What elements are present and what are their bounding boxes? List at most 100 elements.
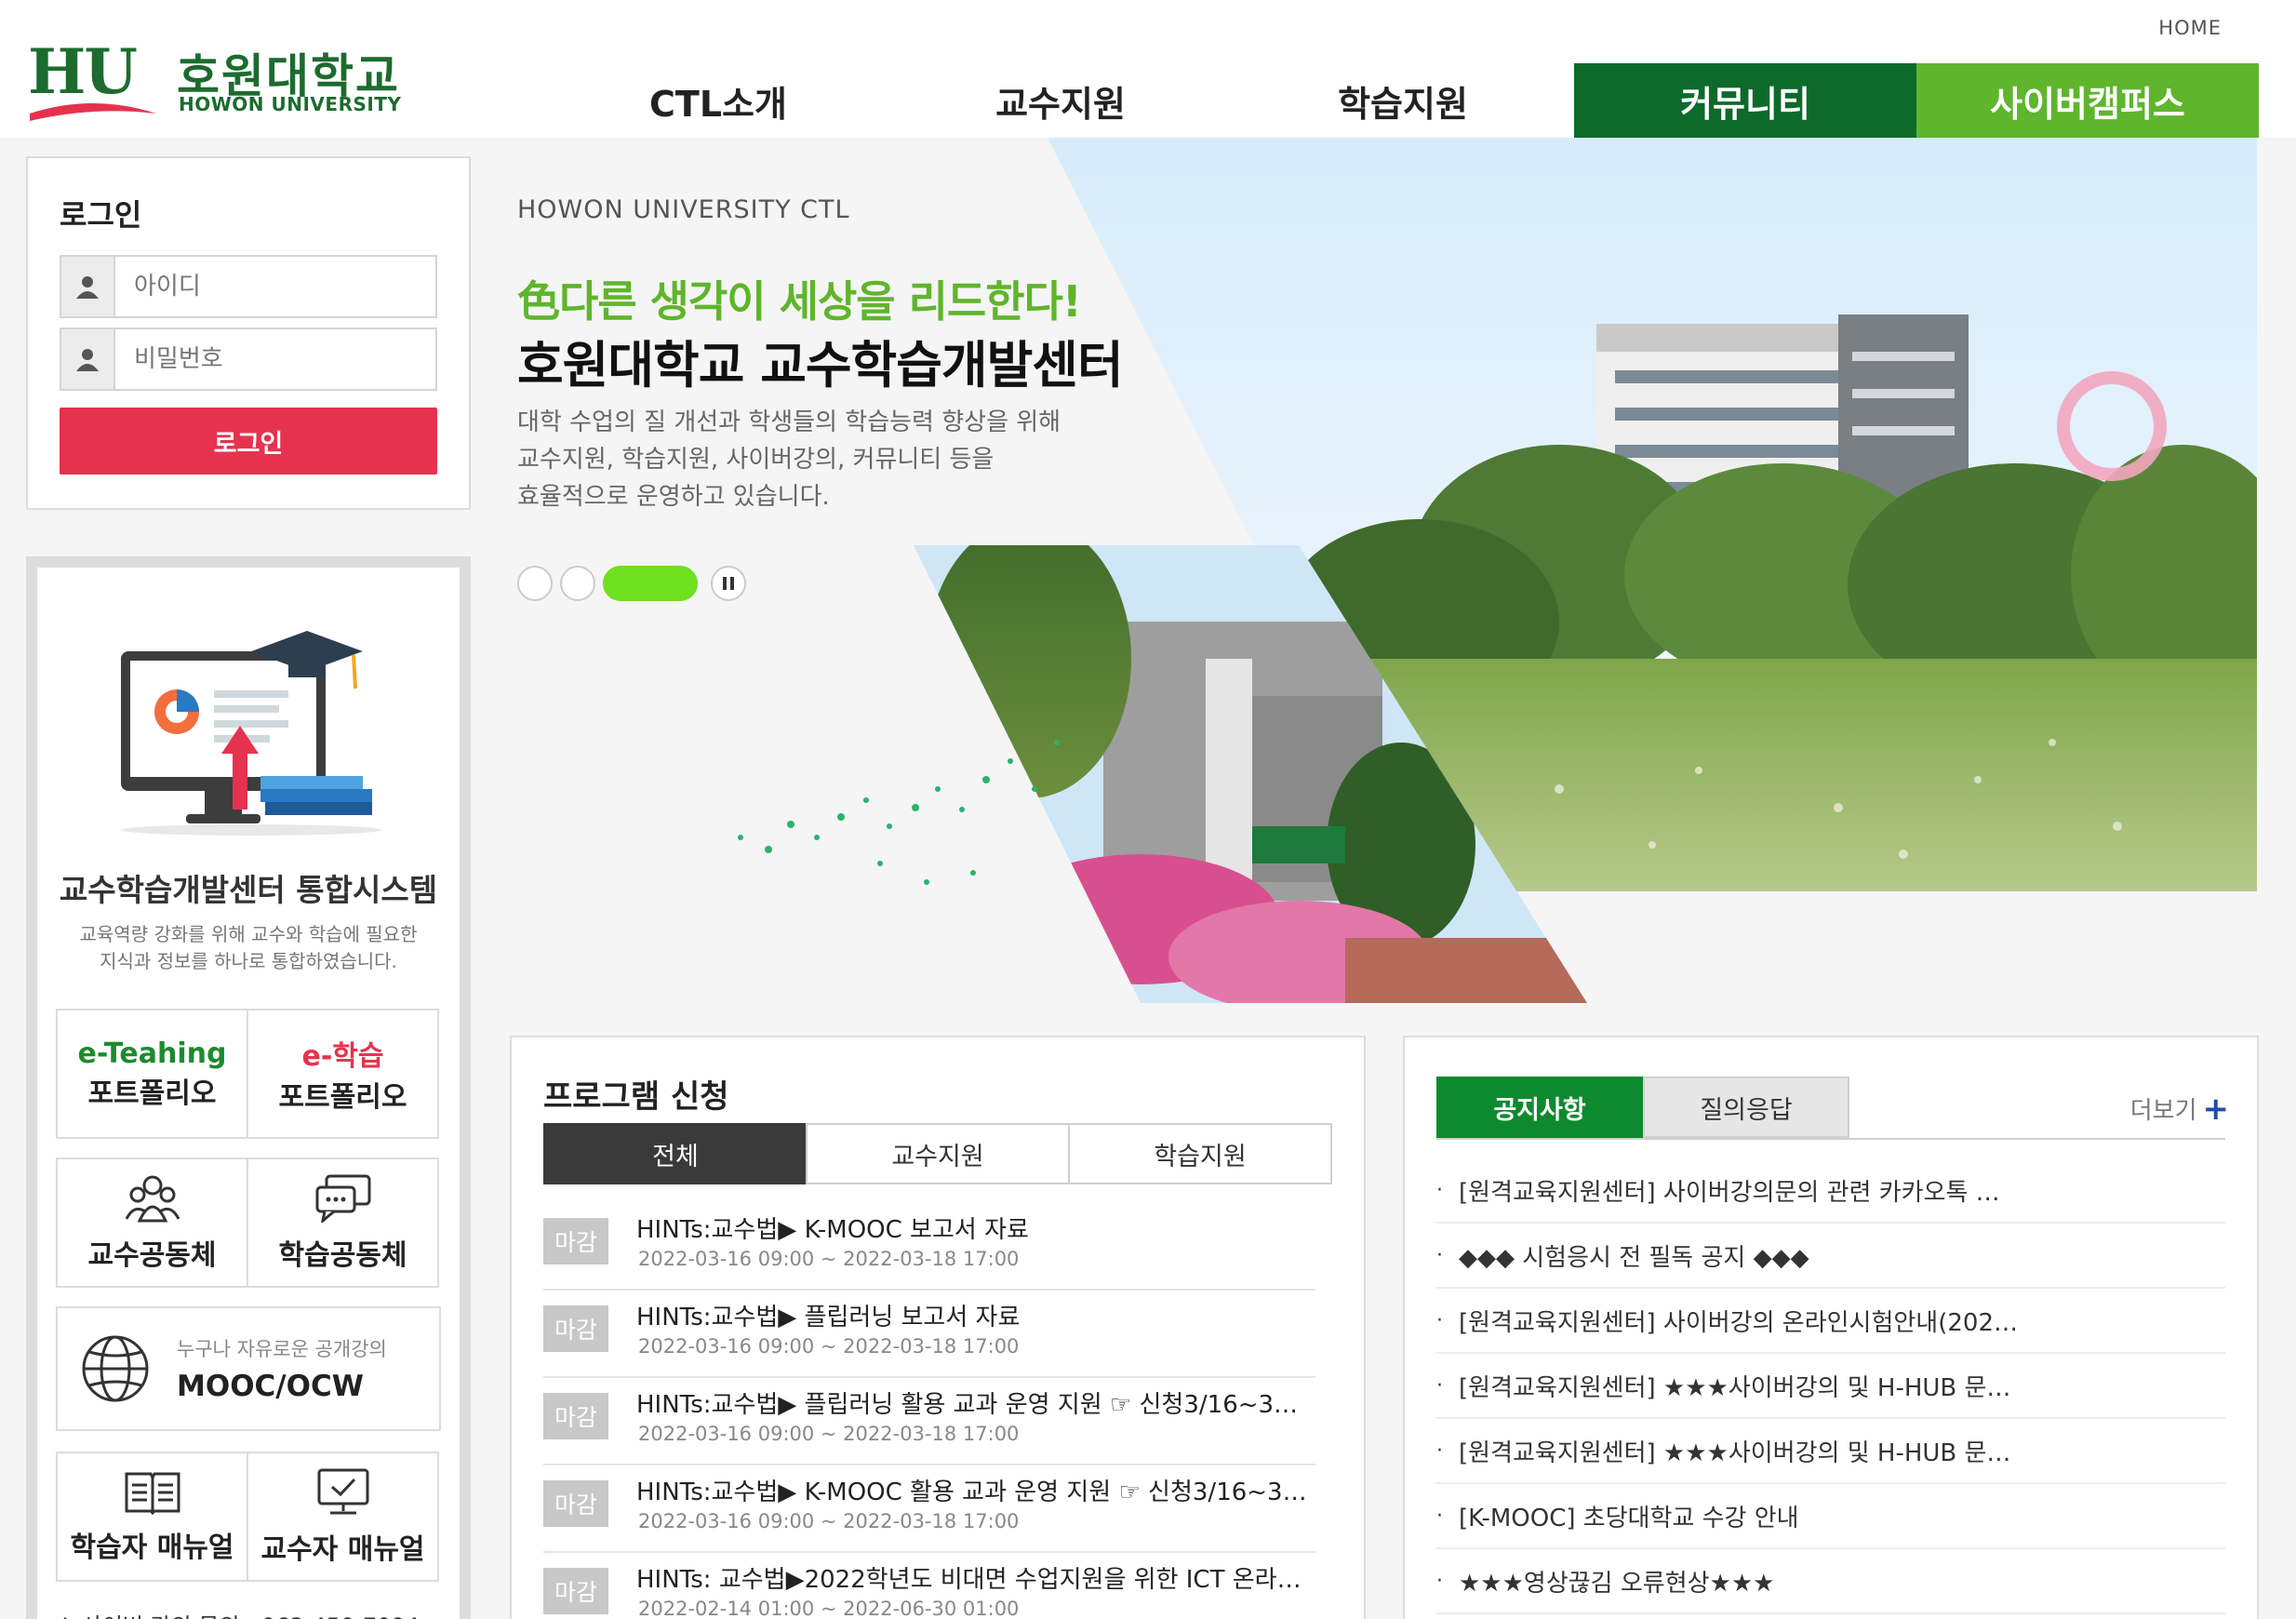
home-link[interactable]: HOME — [2158, 17, 2222, 39]
nav-learning-support[interactable]: 학습지원 — [1232, 63, 1574, 138]
mooc-title: MOOC/OCW — [177, 1370, 364, 1403]
notice-item[interactable]: · ★★★영상끊김 오류현상★★★ — [1436, 1549, 2225, 1614]
nav-community[interactable]: 커뮤니티 — [1574, 63, 1916, 138]
program-item[interactable]: 마감 HINTs:교수법▶ 플립러닝 보고서 자료 2022-03-16 09:… — [543, 1291, 1315, 1378]
program-box: 프로그램 신청 전체 교수지원 학습지원 마감 HINTs:교수법▶ K-MOO… — [510, 1036, 1366, 1619]
notice-list: · [원격교육지원센터] 사이버강의문의 관련 카카오톡 … · ◆◆◆ 시험응시 … — [1436, 1158, 2225, 1614]
notice-item[interactable]: · [원격교육지원센터] ★★★사이버강의 및 H-HUB 문… — [1436, 1354, 2225, 1419]
notice-title[interactable]: [원격교육지원센터] ★★★사이버강의 및 H-HUB 문… — [1459, 1434, 2010, 1468]
mooc-row: 누구나 자유로운 공개강의 MOOC/OCW — [56, 1306, 441, 1431]
notice-item[interactable]: · [원격교육지원센터] 사이버강의 온라인시험안내(202… — [1436, 1289, 2225, 1354]
professor-community-tile[interactable]: 교수공동체 — [56, 1157, 248, 1288]
tab-qna[interactable]: 질의응답 — [1643, 1077, 1849, 1138]
e-learning-portfolio-tile[interactable]: e-학습 포트폴리오 — [247, 1009, 439, 1139]
hero-subtitle: HOWON UNIVERSITY CTL — [517, 195, 850, 224]
nav-ctl-intro[interactable]: CTL소개 — [547, 63, 889, 138]
hero-desc-line: 대학 수업의 질 개선과 학생들의 학습능력 향상을 위해 — [517, 408, 1061, 436]
main-nav: CTL소개 교수지원 학습지원 커뮤니티 사이버캠퍼스 — [547, 63, 2259, 138]
nav-cyber-campus[interactable]: 사이버캠퍼스 — [1916, 63, 2259, 138]
portfolio-label: 포트폴리오 — [278, 1081, 407, 1114]
program-name[interactable]: HINTs:교수법▶ 플립러닝 보고서 자료 — [636, 1298, 1315, 1332]
globe-icon — [82, 1335, 149, 1402]
professor-manual-tile[interactable]: 교수자 매뉴얼 — [247, 1452, 439, 1582]
pause-icon[interactable] — [711, 566, 746, 601]
learner-manual-tile[interactable]: 학습자 매뉴얼 — [56, 1452, 248, 1582]
notice-title[interactable]: [원격교육지원센터] ★★★사이버강의 및 H-HUB 문… — [1459, 1369, 2010, 1403]
e-teaching-label: e-Teahing — [77, 1037, 227, 1070]
notice-item[interactable]: · [원격교육지원센터] ★★★사이버강의 및 H-HUB 문… — [1436, 1419, 2225, 1484]
password-input[interactable] — [115, 331, 435, 387]
book-icon — [125, 1472, 180, 1515]
learning-community-tile[interactable]: 학습공동체 — [247, 1157, 439, 1288]
program-item[interactable]: 마감 HINTs:교수법▶ 플립러닝 활용 교과 운영 지원 ☞ 신청3/16~… — [543, 1378, 1315, 1465]
system-desc-line: 교육역량 강화를 위해 교수와 학습에 필요한 — [79, 923, 418, 945]
notice-item[interactable]: · [K-MOOC] 초당대학교 수강 안내 — [1436, 1484, 2225, 1549]
notice-title[interactable]: [원격교육지원센터] 사이버강의 온라인시험안내(202… — [1459, 1304, 2018, 1338]
notice-title[interactable]: ◆◆◆ 시험응시 전 필독 공지 ◆◆◆ — [1459, 1238, 1809, 1273]
closed-badge: 마감 — [543, 1218, 608, 1264]
closed-badge: 마감 — [543, 1393, 608, 1439]
program-date: 2022-03-16 09:00 ~ 2022-03-18 17:00 — [638, 1248, 1020, 1270]
notice-title[interactable]: [K-MOOC] 초당대학교 수강 안내 — [1459, 1499, 1799, 1533]
tab-all[interactable]: 전체 — [543, 1123, 808, 1184]
e-learning-label: e-학습 — [301, 1040, 384, 1073]
program-item[interactable]: 마감 HINTs: 교수법▶2022학년도 비대면 수업지원을 위한 ICT 온… — [543, 1553, 1315, 1619]
login-button[interactable]: 로그인 — [60, 408, 437, 475]
e-teaching-portfolio-tile[interactable]: e-Teahing 포트폴리오 — [56, 1009, 248, 1139]
password-field-wrap — [60, 328, 437, 391]
tab-notice[interactable]: 공지사항 — [1436, 1077, 1643, 1138]
program-date: 2022-03-16 09:00 ~ 2022-03-18 17:00 — [638, 1423, 1020, 1445]
professor-manual-label: 교수자 매뉴얼 — [260, 1533, 425, 1566]
login-title: 로그인 — [60, 197, 142, 233]
bullet-icon: · — [1436, 1504, 1443, 1528]
program-item[interactable]: 마감 HINTs:교수법▶ K-MOOC 보고서 자료 2022-03-16 0… — [543, 1203, 1315, 1291]
logo[interactable]: HU 호원대학교 HOWON UNIVERSITY — [28, 35, 419, 128]
tab-professor-support[interactable]: 교수지원 — [806, 1123, 1070, 1184]
id-field-wrap — [60, 255, 437, 318]
hero-desc-line: 교수지원, 학습지원, 사이버강의, 커뮤니티 등을 — [517, 446, 994, 474]
program-date: 2022-03-16 09:00 ~ 2022-03-18 17:00 — [638, 1335, 1020, 1358]
user-icon — [61, 329, 115, 389]
bullet-icon: · — [1436, 1178, 1443, 1202]
page: HOME HU 호원대학교 HOWON UNIVERSITY CTL소개 교수지… — [0, 0, 2296, 1619]
program-name[interactable]: HINTs: 교수법▶2022학년도 비대면 수업지원을 위한 ICT 온라… — [636, 1560, 1315, 1595]
header: HOME HU 호원대학교 HOWON UNIVERSITY CTL소개 교수지… — [0, 0, 2296, 138]
integrated-system-box: 교수학습개발센터 통합시스템 교육역량 강화를 위해 교수와 학습에 필요한 지… — [26, 556, 471, 1619]
slide-dot-1[interactable] — [517, 566, 553, 601]
notice-title[interactable]: [원격교육지원센터] 사이버강의문의 관련 카카오톡 … — [1459, 1173, 2000, 1208]
hero-title: 호원대학교 교수학습개발센터 — [517, 336, 1124, 395]
notice-title[interactable]: ★★★영상끊김 오류현상★★★ — [1459, 1564, 1774, 1599]
program-name[interactable]: HINTs:교수법▶ 플립러닝 활용 교과 운영 지원 ☞ 신청3/16~3… — [636, 1385, 1315, 1420]
chat-bubbles-icon — [315, 1174, 370, 1223]
community-row: 교수공동체 학습공동체 — [56, 1157, 441, 1288]
notice-item[interactable]: · [원격교육지원센터] 사이버강의문의 관련 카카오톡 … — [1436, 1158, 2225, 1224]
professor-community-label: 교수공동체 — [87, 1239, 217, 1272]
slide-dot-active[interactable] — [603, 566, 698, 601]
slide-dot-2[interactable] — [560, 566, 595, 601]
slider-indicator — [517, 566, 746, 601]
more-link[interactable]: 더보기 + — [2130, 1091, 2229, 1126]
learner-manual-label: 학습자 매뉴얼 — [70, 1532, 234, 1564]
program-list: 마감 HINTs:교수법▶ K-MOOC 보고서 자료 2022-03-16 0… — [543, 1203, 1315, 1619]
system-title: 교수학습개발센터 통합시스템 — [59, 872, 438, 908]
notice-item[interactable]: · ◆◆◆ 시험응시 전 필독 공지 ◆◆◆ — [1436, 1224, 2225, 1289]
program-item[interactable]: 마감 HINTs:교수법▶ K-MOOC 활용 교과 운영 지원 ☞ 신청3/1… — [543, 1465, 1315, 1553]
program-name[interactable]: HINTs:교수법▶ K-MOOC 활용 교과 운영 지원 ☞ 신청3/16~3… — [636, 1473, 1315, 1507]
mooc-subtitle: 누구나 자유로운 공개강의 — [177, 1338, 387, 1360]
hero-slogan: 色다른 생각이 세상을 리드한다! — [517, 276, 1082, 327]
people-group-icon — [125, 1175, 180, 1223]
plus-icon: + — [2202, 1090, 2230, 1128]
login-box: 로그인 로그인 — [26, 156, 471, 510]
program-tabs: 전체 교수지원 학습지원 — [543, 1123, 1332, 1184]
bullet-icon: · — [1436, 1569, 1443, 1593]
bullet-icon: · — [1436, 1243, 1443, 1267]
nav-professor-support[interactable]: 교수지원 — [889, 63, 1232, 138]
learning-community-label: 학습공동체 — [278, 1239, 407, 1272]
id-input[interactable] — [115, 259, 435, 314]
notice-divider — [1436, 1138, 2225, 1140]
cyber-contact: ※ 사이버 강의 문의 : 063-450-7094 — [56, 1608, 420, 1619]
program-name[interactable]: HINTs:교수법▶ K-MOOC 보고서 자료 — [636, 1211, 1315, 1245]
mooc-ocw-tile[interactable]: 누구나 자유로운 공개강의 MOOC/OCW — [56, 1306, 441, 1431]
closed-badge: 마감 — [543, 1568, 608, 1614]
tab-learning-support[interactable]: 학습지원 — [1068, 1123, 1332, 1184]
